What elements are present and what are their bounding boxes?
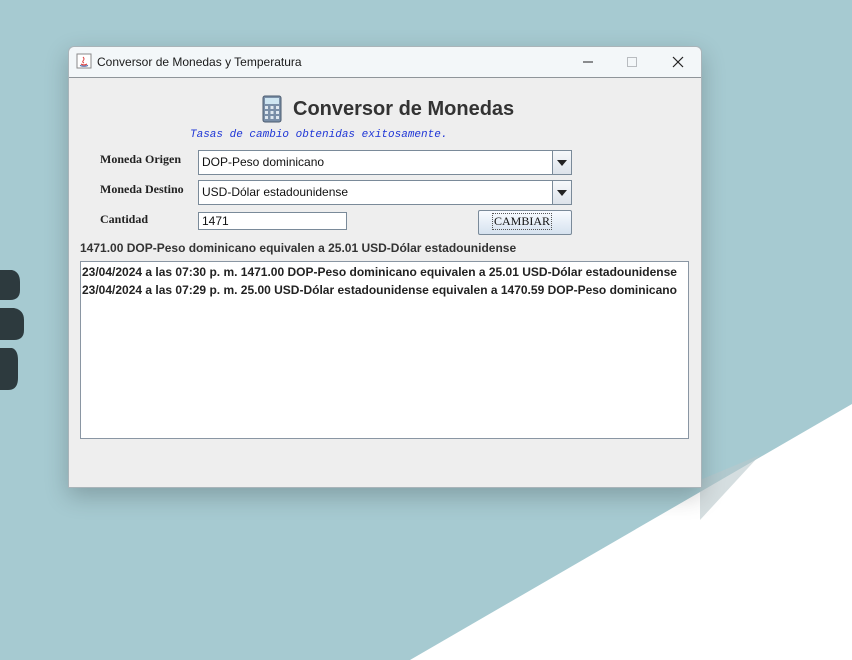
destination-currency-value: USD-Dólar estadounidense bbox=[202, 185, 349, 199]
history-list[interactable]: 23/04/2024 a las 07:30 p. m. 1471.00 DOP… bbox=[80, 261, 689, 439]
origin-label: Moneda Origen bbox=[100, 152, 181, 166]
calculator-icon bbox=[262, 95, 282, 123]
java-icon bbox=[76, 53, 92, 69]
origin-currency-select[interactable]: DOP-Peso dominicano bbox=[198, 150, 572, 175]
page-title: Conversor de Monedas bbox=[293, 98, 515, 120]
origin-currency-value: DOP-Peso dominicano bbox=[202, 155, 325, 169]
destination-dropdown-button[interactable] bbox=[552, 181, 571, 204]
app-window: Conversor de Monedas y Temperatura Conve… bbox=[68, 46, 702, 488]
convert-button[interactable]: CAMBIAR bbox=[478, 210, 572, 235]
close-icon bbox=[672, 56, 684, 68]
quantity-input[interactable] bbox=[198, 212, 347, 230]
chevron-down-icon bbox=[557, 159, 567, 166]
history-item: 23/04/2024 a las 07:30 p. m. 1471.00 DOP… bbox=[82, 265, 677, 279]
chevron-down-icon bbox=[557, 189, 567, 196]
conversion-result: 1471.00 DOP-Peso dominicano equivalen a … bbox=[80, 241, 517, 255]
history-item: 23/04/2024 a las 07:29 p. m. 25.00 USD-D… bbox=[82, 283, 677, 297]
minimize-button[interactable] bbox=[565, 47, 611, 77]
destination-currency-select[interactable]: USD-Dólar estadounidense bbox=[198, 180, 572, 205]
status-message: Tasas de cambio obtenidas exitosamente. bbox=[190, 129, 448, 141]
quantity-label: Cantidad bbox=[100, 212, 149, 226]
window-title: Conversor de Monedas y Temperatura bbox=[97, 55, 302, 69]
title-bar[interactable]: Conversor de Monedas y Temperatura bbox=[69, 47, 701, 78]
close-button[interactable] bbox=[655, 47, 701, 77]
origin-dropdown-button[interactable] bbox=[552, 151, 571, 174]
maximize-button[interactable] bbox=[609, 47, 655, 77]
convert-button-label: CAMBIAR bbox=[491, 213, 553, 230]
maximize-icon bbox=[627, 57, 637, 67]
destination-label: Moneda Destino bbox=[100, 182, 184, 196]
minimize-icon bbox=[583, 61, 593, 63]
